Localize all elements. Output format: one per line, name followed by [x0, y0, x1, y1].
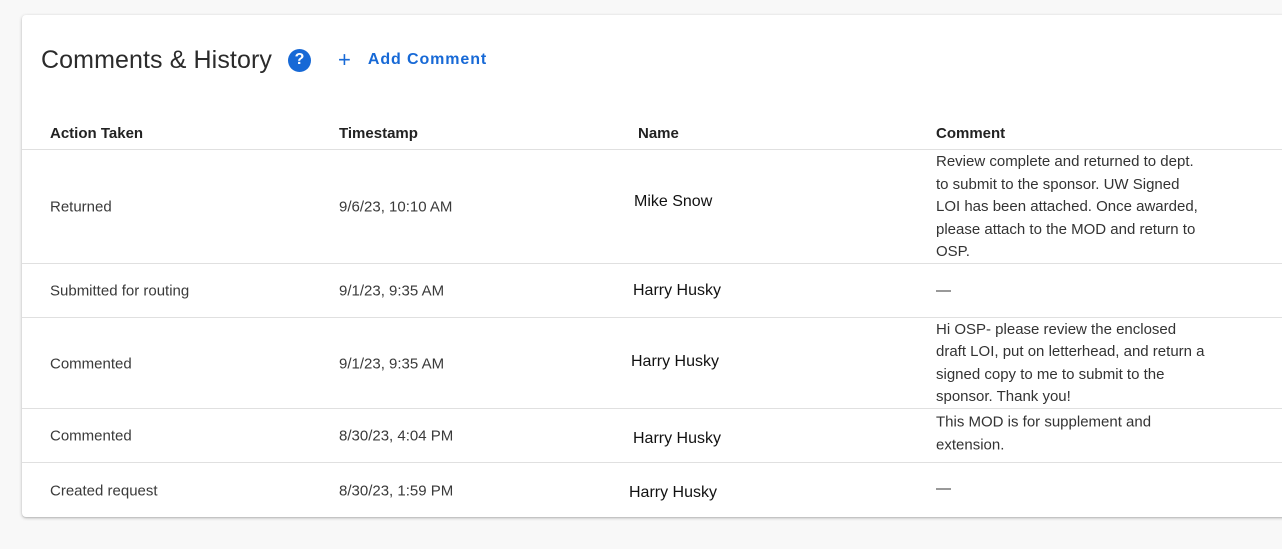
- add-comment-label: Add Comment: [367, 51, 488, 68]
- name-cell: Harry Husky: [633, 430, 722, 447]
- section-title: Comments & History: [41, 45, 273, 74]
- table-row: Returned 9/6/23, 10:10 AM Mike Snow Revi…: [22, 149, 1282, 264]
- timestamp-cell: 8/30/23, 4:04 PM: [339, 427, 454, 445]
- comment-cell: This MOD is for supplement and extension…: [936, 413, 1152, 454]
- table-row: Submitted for routing 9/1/23, 9:35 AM Ha…: [22, 263, 1282, 318]
- plus-icon: +: [338, 47, 351, 72]
- action-cell: Commented: [50, 427, 132, 445]
- table-row: Commented 8/30/23, 4:04 PM Harry Husky T…: [22, 408, 1282, 463]
- action-cell: Created request: [50, 482, 158, 499]
- comments-history-card: Comments & History ? + Add Comment Actio…: [22, 15, 1282, 517]
- comment-cell: Review complete and returned to dept. to…: [936, 152, 1198, 260]
- table-row: Created request 8/30/23, 1:59 PM Harry H…: [22, 462, 1282, 518]
- action-cell: Submitted for routing: [50, 282, 190, 300]
- comment-cell: Hi OSP- please review the enclosed draft…: [936, 320, 1205, 406]
- timestamp-cell: 9/6/23, 10:10 AM: [339, 198, 453, 216]
- action-cell: Returned: [50, 198, 112, 216]
- comment-cell: —: [936, 281, 951, 299]
- header-timestamp: Timestamp: [339, 125, 418, 142]
- name-cell: Harry Husky: [631, 352, 720, 370]
- header-comment: Comment: [936, 125, 1006, 142]
- help-icon[interactable]: ?: [288, 48, 312, 72]
- timestamp-cell: 9/1/23, 9:35 AM: [339, 282, 445, 300]
- header-action-taken: Action Taken: [50, 125, 144, 142]
- table-row: Commented 9/1/23, 9:35 AM Harry Husky Hi…: [22, 317, 1282, 409]
- section-header: Comments & History ? + Add Comment: [41, 43, 487, 77]
- name-cell: Harry Husky: [629, 483, 718, 501]
- add-comment-button[interactable]: + Add Comment: [338, 49, 487, 71]
- comment-cell: —: [936, 479, 951, 497]
- timestamp-cell: 9/1/23, 9:35 AM: [339, 355, 445, 372]
- name-cell: Mike Snow: [634, 193, 713, 210]
- action-cell: Commented: [50, 355, 132, 372]
- header-name: Name: [638, 125, 679, 142]
- timestamp-cell: 8/30/23, 1:59 PM: [339, 482, 454, 499]
- name-cell: Harry Husky: [633, 282, 722, 299]
